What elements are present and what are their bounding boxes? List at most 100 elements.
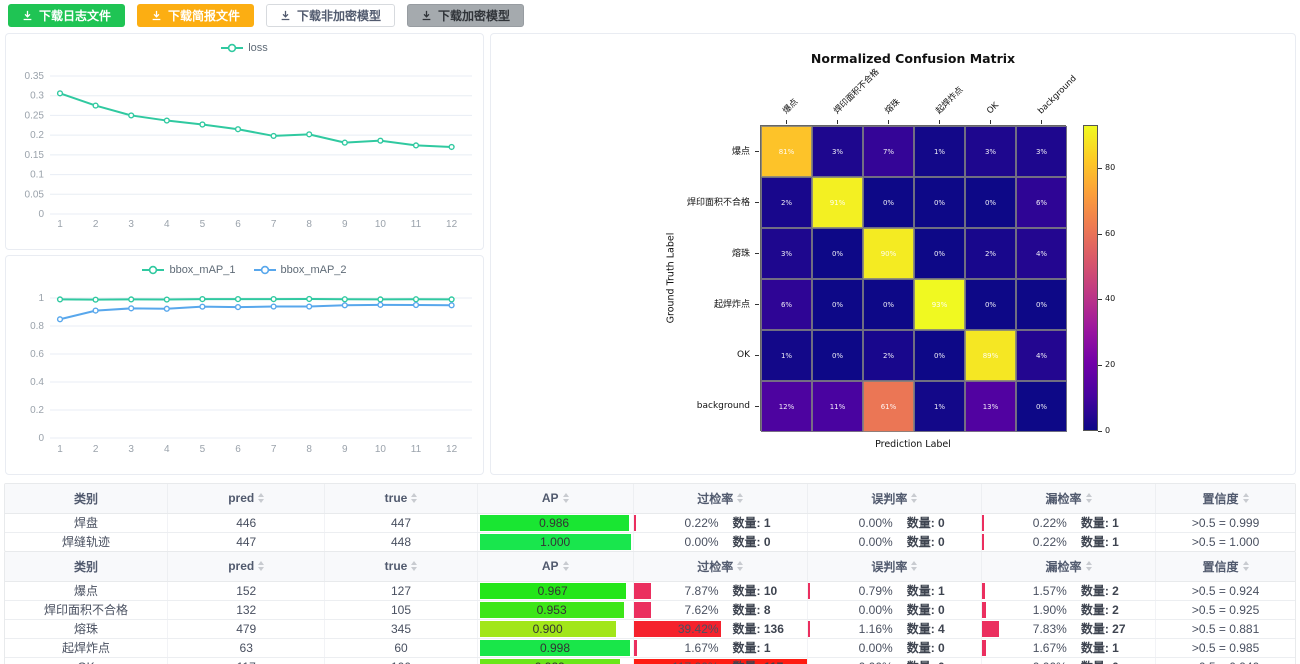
column-header-过检率[interactable]: 过检率 bbox=[633, 552, 807, 581]
sort-caret-icon[interactable] bbox=[737, 561, 743, 571]
column-header-label: 误判率 bbox=[871, 558, 907, 575]
map-line-chart: 00.20.40.60.81123456789101112 bbox=[6, 256, 483, 474]
class-cell: 熔珠 bbox=[5, 619, 168, 638]
svg-text:5: 5 bbox=[200, 444, 206, 455]
legend-item-loss[interactable]: loss bbox=[221, 42, 268, 54]
sort-caret-icon[interactable] bbox=[258, 561, 264, 571]
confidence-cell: >0.5 = 0.985 bbox=[1156, 638, 1295, 657]
confusion-matrix-cell: 2% bbox=[965, 228, 1016, 279]
confusion-matrix-title: Normalized Confusion Matrix bbox=[760, 51, 1066, 66]
svg-text:2: 2 bbox=[93, 444, 99, 455]
confidence-cell: >0.5 = 0.924 bbox=[1156, 581, 1295, 600]
rate-count: 数量: 1 bbox=[1067, 514, 1143, 531]
sort-caret-icon[interactable] bbox=[258, 493, 264, 503]
sort-caret-icon[interactable] bbox=[911, 561, 917, 571]
column-header-true[interactable]: true bbox=[325, 552, 477, 581]
sort-caret-icon[interactable] bbox=[1243, 561, 1249, 571]
column-header-误判率[interactable]: 误判率 bbox=[807, 552, 981, 581]
column-header-label: 误判率 bbox=[871, 490, 907, 507]
rate-count: 数量: 2 bbox=[1067, 582, 1143, 599]
legend-marker-icon bbox=[254, 265, 276, 275]
column-header-置信度[interactable]: 置信度 bbox=[1156, 484, 1295, 513]
column-header-pred[interactable]: pred bbox=[168, 484, 325, 513]
column-header-AP[interactable]: AP bbox=[477, 552, 633, 581]
confusion-matrix-row-label: background bbox=[580, 380, 750, 431]
column-header-true[interactable]: true bbox=[325, 484, 477, 513]
rate-percent: 0.79% bbox=[820, 584, 893, 598]
defect-metrics-table: 类别 predtrueAP过检率 误判率 漏检率 置信度爆点1521270.9677.8… bbox=[4, 551, 1296, 664]
column-header-置信度[interactable]: 置信度 bbox=[1156, 552, 1295, 581]
confusion-matrix-row-label: 熔珠 bbox=[580, 227, 750, 278]
colorbar-tick bbox=[1098, 431, 1102, 432]
legend-item-bbox_mAP_1[interactable]: bbox_mAP_1 bbox=[142, 264, 235, 276]
rate-percent: 1.67% bbox=[994, 641, 1067, 655]
svg-text:12: 12 bbox=[446, 444, 458, 455]
confusion-matrix-cell: 3% bbox=[1016, 126, 1067, 177]
confusion-matrix-cell: 12% bbox=[761, 381, 812, 432]
misjudge-rate-cell-content: 0.00%数量: 0 bbox=[808, 533, 981, 551]
svg-text:7: 7 bbox=[271, 444, 277, 455]
rate-count: 数量: 0 bbox=[893, 639, 969, 656]
sort-caret-icon[interactable] bbox=[1086, 561, 1092, 571]
column-header-漏检率[interactable]: 漏检率 bbox=[981, 484, 1155, 513]
legend-item-bbox_mAP_2[interactable]: bbox_mAP_2 bbox=[254, 264, 347, 276]
download-encrypted-model-button[interactable]: 下载加密模型 bbox=[407, 4, 524, 27]
download-icon bbox=[151, 10, 162, 21]
column-header-漏检率[interactable]: 漏检率 bbox=[981, 552, 1155, 581]
rate-count: 数量: 0 bbox=[893, 533, 969, 550]
class-cell: 爆点 bbox=[5, 581, 168, 600]
ap-bar: 0.953 bbox=[480, 602, 624, 618]
confusion-matrix-grid: 81%3%7%1%3%3%2%91%0%0%0%6%3%0%90%0%2%4%6… bbox=[760, 125, 1066, 431]
sort-caret-icon[interactable] bbox=[563, 561, 569, 571]
misjudge-rate-cell: 1.16%数量: 4 bbox=[807, 619, 981, 638]
sort-caret-icon[interactable] bbox=[411, 493, 417, 503]
confusion-matrix-cell: 1% bbox=[761, 330, 812, 381]
rate-count: 数量: 4 bbox=[893, 620, 969, 637]
overdetect-rate-cell-content: 117.00%数量: 117 bbox=[634, 658, 807, 664]
column-header-过检率[interactable]: 过检率 bbox=[633, 484, 807, 513]
download-unencrypted-model-button[interactable]: 下载非加密模型 bbox=[266, 4, 395, 27]
miss-rate-cell: 0.00%数量: 0 bbox=[981, 657, 1155, 664]
sort-caret-icon[interactable] bbox=[1243, 493, 1249, 503]
column-header-label: 漏检率 bbox=[1046, 558, 1082, 575]
confusion-matrix-cell: 90% bbox=[863, 228, 914, 279]
table-row: 爆点1521270.9677.87%数量: 100.79%数量: 11.57%数… bbox=[5, 581, 1295, 600]
svg-text:0: 0 bbox=[38, 433, 44, 444]
svg-text:0.2: 0.2 bbox=[30, 405, 44, 416]
column-header-label: pred bbox=[228, 491, 254, 505]
confusion-matrix-cell: 0% bbox=[863, 177, 914, 228]
column-header-AP[interactable]: AP bbox=[477, 484, 633, 513]
confusion-matrix-cell: 91% bbox=[812, 177, 863, 228]
rate-count: 数量: 0 bbox=[893, 601, 969, 618]
column-header-label: AP bbox=[542, 491, 559, 505]
sort-caret-icon[interactable] bbox=[1086, 493, 1092, 503]
map-chart-card: bbox_mAP_1bbox_mAP_2 00.20.40.60.8112345… bbox=[5, 255, 484, 475]
svg-text:0: 0 bbox=[38, 209, 44, 220]
misjudge-rate-cell: 0.00%数量: 0 bbox=[807, 513, 981, 532]
overdetect-rate-cell-content: 7.62%数量: 8 bbox=[634, 601, 807, 619]
rate-count: 数量: 0 bbox=[893, 514, 969, 531]
axis-tick bbox=[755, 202, 759, 203]
ap-bar: 0.929 bbox=[480, 659, 620, 664]
column-header-误判率[interactable]: 误判率 bbox=[807, 484, 981, 513]
confusion-matrix-column-label: OK bbox=[985, 101, 1001, 117]
rate-count: 数量: 1 bbox=[719, 639, 795, 656]
confusion-matrix-row-label: OK bbox=[580, 329, 750, 380]
sort-caret-icon[interactable] bbox=[911, 493, 917, 503]
sort-caret-icon[interactable] bbox=[563, 493, 569, 503]
ap-cell: 0.953 bbox=[477, 600, 633, 619]
svg-text:9: 9 bbox=[342, 444, 348, 455]
sort-caret-icon[interactable] bbox=[411, 561, 417, 571]
sort-caret-icon[interactable] bbox=[737, 493, 743, 503]
download-report-button[interactable]: 下载简报文件 bbox=[137, 4, 254, 27]
axis-tick bbox=[755, 151, 759, 152]
svg-text:11: 11 bbox=[411, 444, 422, 455]
column-header-label: 类别 bbox=[74, 558, 98, 575]
svg-text:3: 3 bbox=[128, 219, 134, 230]
rate-percent: 0.22% bbox=[994, 516, 1067, 530]
rate-percent: 117.00% bbox=[646, 660, 719, 664]
pred-cell: 117 bbox=[168, 657, 325, 664]
download-log-button[interactable]: 下载日志文件 bbox=[8, 4, 125, 27]
colorbar-tick-label: 20 bbox=[1105, 360, 1115, 369]
column-header-pred[interactable]: pred bbox=[168, 552, 325, 581]
